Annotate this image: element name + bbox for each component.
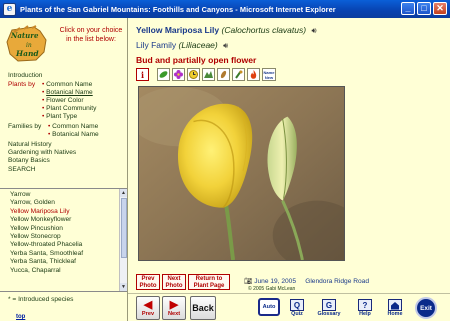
species-list-frame: Yarrow Yarrow, Golden Yellow Mariposa Li… [0, 188, 127, 292]
copyright-text: © 2005 Gabi McLean [248, 286, 296, 292]
name-new-icon[interactable]: Name New [262, 68, 276, 81]
family-botanical: (Liliaceae) [178, 40, 218, 50]
close-button[interactable]: ✕ [433, 2, 447, 15]
nav-search[interactable]: SEARCH [8, 166, 35, 174]
bullet-icon: • [42, 97, 45, 104]
exit-button[interactable]: Exit [415, 297, 437, 319]
list-item[interactable]: Yarrow [10, 191, 118, 199]
botanical-name: (Calochortus clavatus) [221, 25, 307, 35]
seed-icon[interactable] [217, 68, 230, 81]
nav-common-name[interactable]: Common Name [46, 81, 92, 88]
bullet-icon: • [42, 113, 45, 120]
list-item[interactable]: Yarrow, Golden [10, 199, 118, 207]
family-common: Lily Family [136, 40, 177, 50]
list-item[interactable]: Yellow Stonecrop [10, 233, 118, 241]
window-title-bar: e Plants of the San Gabriel Mountains: F… [0, 0, 450, 18]
nav-gardening[interactable]: Gardening with Natives [8, 149, 76, 157]
fire-icon[interactable] [247, 68, 260, 81]
svg-text:Nature: Nature [10, 31, 39, 40]
list-item[interactable]: Yucca, Chaparral [10, 267, 118, 275]
svg-text:Hand: Hand [15, 49, 39, 58]
home-icon [388, 299, 402, 311]
nav-family-common-name[interactable]: Common Name [52, 123, 98, 130]
main-content: Yellow Mariposa Lily (Calochortus clavat… [128, 18, 450, 321]
info-icon[interactable]: i [136, 68, 149, 81]
back-button[interactable]: Back [190, 296, 216, 320]
photo-nav-buttons: Prev Photo Next Photo Return to Plant Pa… [136, 274, 230, 290]
camera-icon: 📷︎ [244, 278, 253, 285]
minimize-button[interactable]: _ [401, 2, 415, 15]
prev-photo-button[interactable]: Prev Photo [136, 274, 160, 290]
speaker-icon[interactable]: 🔊︎ [311, 26, 316, 36]
species-list: Yarrow Yarrow, Golden Yellow Mariposa Li… [10, 191, 118, 275]
photo-info: 📷︎ June 19, 2005 Glendora Ridge Road [244, 277, 369, 285]
nature-in-hand-logo[interactable]: Nature in Hand [4, 24, 50, 64]
glossary-icon: G [322, 299, 336, 311]
habitat-icon[interactable] [202, 68, 215, 81]
ie-icon: e [3, 2, 16, 16]
next-button[interactable]: ▶ Next [162, 296, 186, 320]
nav-botanical-name[interactable]: Botanical Name [46, 89, 93, 96]
nav-natural-history[interactable]: Natural History [8, 141, 52, 149]
nav-plant-type[interactable]: Plant Type [46, 113, 77, 120]
bloom-time-icon[interactable] [187, 68, 200, 81]
nav-plants-by: Plants by [8, 81, 36, 88]
speaker-icon[interactable]: 🔊︎ [223, 41, 228, 51]
bullet-icon: • [42, 89, 45, 96]
glossary-button[interactable]: G Glossary [314, 296, 344, 320]
window-title: Plants of the San Gabriel Mountains: Foo… [20, 4, 336, 14]
scroll-thumb[interactable] [121, 198, 127, 258]
maximize-button[interactable]: □ [417, 2, 431, 15]
right-arrow-icon: ▶ [169, 298, 179, 311]
quiz-button[interactable]: Q Quiz [285, 296, 309, 320]
list-item[interactable]: Yerba Santa, Thickleaf [10, 258, 118, 266]
flower-icon[interactable] [172, 68, 185, 81]
next-photo-button[interactable]: Next Photo [162, 274, 186, 290]
auto-button[interactable]: Auto [258, 298, 280, 316]
nav-families-by: Families by [8, 123, 42, 130]
prev-button[interactable]: ◀ Prev [136, 296, 160, 320]
bullet-icon: • [42, 105, 45, 112]
common-name: Yellow Mariposa Lily [136, 25, 220, 35]
scroll-up-icon[interactable]: ▲ [120, 189, 127, 197]
return-to-plant-page-button[interactable]: Return to Plant Page [188, 274, 230, 290]
sidebar: Nature in Hand Click on your choice in t… [0, 18, 128, 321]
photo-date: June 19, 2005 [254, 278, 297, 285]
bottom-toolbar: ◀ Prev ▶ Next Back Auto Q Quiz G Glossar… [128, 293, 450, 321]
nav-plant-community[interactable]: Plant Community [46, 105, 96, 112]
bullet-icon: • [48, 131, 51, 138]
list-item[interactable]: Yellow-throated Phacelia [10, 241, 118, 249]
photo-location: Glendora Ridge Road [305, 278, 369, 285]
nav-family-botanical-name[interactable]: Botanical Name [52, 131, 99, 138]
home-button[interactable]: Home [383, 296, 407, 320]
feature-icon-row: i Name New [136, 68, 276, 82]
svg-text:in: in [26, 42, 32, 49]
nav-botany-basics[interactable]: Botany Basics [8, 157, 50, 165]
help-button[interactable]: ? Help [353, 296, 377, 320]
left-arrow-icon: ◀ [143, 298, 153, 311]
plant-photo [138, 86, 345, 261]
instruction-text: Click on your choice in the list below: [59, 27, 123, 43]
family-line: Lily Family (Liliaceae) 🔊︎ [136, 40, 228, 51]
list-item[interactable]: Yerba Santa, Smoothleaf [10, 250, 118, 258]
leaf-icon[interactable] [157, 68, 170, 81]
list-item[interactable]: Yellow Monkeyflower [10, 216, 118, 224]
species-scrollbar[interactable]: ▲ ▼ [119, 189, 127, 291]
bullet-icon: • [48, 123, 51, 130]
top-link[interactable]: top [16, 314, 25, 320]
list-item[interactable]: Yellow Pincushion [10, 225, 118, 233]
introduced-footnote: * = Introduced species [8, 296, 74, 303]
photo-caption: Bud and partially open flower [136, 55, 257, 65]
help-icon: ? [358, 299, 372, 311]
list-item-current[interactable]: Yellow Mariposa Lily [10, 208, 118, 216]
fruit-icon[interactable] [232, 68, 245, 81]
nav-introduction[interactable]: Introduction [8, 72, 42, 80]
bullet-icon: • [42, 81, 45, 88]
scroll-down-icon[interactable]: ▼ [120, 283, 127, 291]
plant-name-line: Yellow Mariposa Lily (Calochortus clavat… [136, 25, 317, 36]
nav-flower-color[interactable]: Flower Color [46, 97, 83, 104]
quiz-icon: Q [290, 299, 304, 311]
